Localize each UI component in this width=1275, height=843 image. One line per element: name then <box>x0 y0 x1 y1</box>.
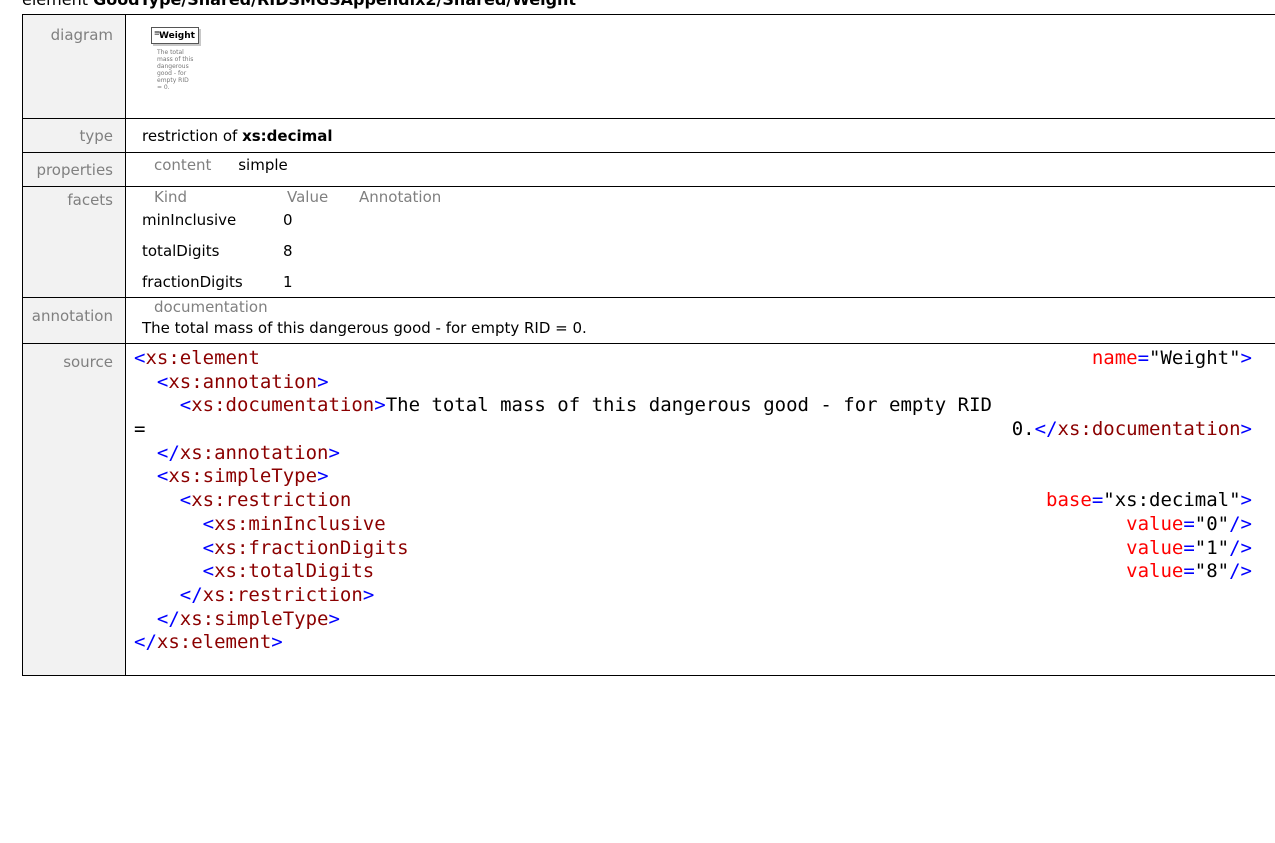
facets-header-kind: Kind <box>154 188 188 206</box>
source-line: </xs:restriction> <box>179 583 375 606</box>
type-base-link[interactable]: xs:decimal <box>242 127 332 145</box>
facet-value: 0 <box>283 211 293 229</box>
row-type: type restriction of xs:decimal <box>22 118 1275 153</box>
label-properties: properties <box>22 152 126 187</box>
diagram-element-box[interactable]: ≡ Weight <box>151 27 199 44</box>
diagram-doc-line: empty RID <box>157 77 189 84</box>
source-line: <xs:annotation> <box>156 370 329 393</box>
page-heading: element GoodType/Shared/RIDSMGSAppendix2… <box>22 0 576 9</box>
properties-table: diagram ≡ Weight The total mass of this … <box>22 14 1275 676</box>
diagram-doc-line: mass of this <box>157 56 194 63</box>
label-source: source <box>22 343 126 676</box>
source-code: <xs:element name="Weight"> <xs:annotation… <box>134 347 1252 655</box>
label-diagram: diagram <box>22 14 126 119</box>
source-line: <xs:element name="Weight"> <box>134 347 1252 369</box>
properties-cell: content simple <box>125 152 1275 187</box>
row-properties: properties content simple <box>22 152 1275 187</box>
label-annotation: annotation <box>22 297 126 344</box>
facet-value: 8 <box>283 242 293 260</box>
property-key: content <box>154 156 212 174</box>
heading-kind: element <box>22 0 93 9</box>
diagram-documentation: The total mass of this dangerous good - … <box>157 49 209 91</box>
diagram-doc-line: = 0. <box>157 84 170 91</box>
facet-kind: totalDigits <box>142 242 220 260</box>
property-value: simple <box>238 156 288 174</box>
source-line: <xs:totalDigits value="8"/> <box>202 560 1252 583</box>
facet-kind: minInclusive <box>142 211 237 229</box>
type-cell: restriction of xs:decimal <box>125 118 1275 153</box>
source-cell: <xs:element name="Weight"> <xs:annotation… <box>125 343 1275 676</box>
row-annotation: annotation documentation The total mass … <box>22 297 1275 344</box>
label-type: type <box>22 118 126 153</box>
source-line: <xs:minInclusive value="0"/> <box>202 512 1252 535</box>
source-line: <xs:simpleType> <box>156 465 329 488</box>
type-prefix: restriction of <box>142 127 243 145</box>
source-line: <xs:fractionDigits value="1"/> <box>202 536 1252 559</box>
element-glyph-icon: ≡ <box>154 29 160 37</box>
heading-path: GoodType/Shared/RIDSMGSAppendix2/Shared/… <box>93 0 576 9</box>
row-source: source <xs:element name="Weight"> <xs:ann… <box>22 343 1275 676</box>
annotation-text: The total mass of this dangerous good - … <box>142 319 587 337</box>
facet-value: 1 <box>283 273 293 291</box>
label-facets: facets <box>22 186 126 298</box>
facet-kind: fractionDigits <box>142 273 243 291</box>
facets-header-annotation: Annotation <box>359 188 442 206</box>
row-diagram: diagram ≡ Weight The total mass of this … <box>22 14 1275 119</box>
source-line: <xs:restriction base="xs:decimal"> <box>179 489 1252 512</box>
source-line: </xs:simpleType> <box>156 607 340 630</box>
annotation-sub-label: documentation <box>154 298 268 316</box>
annotation-cell: documentation The total mass of this dan… <box>125 297 1275 344</box>
diagram-doc-line: good - for <box>157 70 187 77</box>
facets-cell: Kind Value Annotation minInclusive 0 tot… <box>125 186 1275 298</box>
row-facets: facets Kind Value Annotation minInclusiv… <box>22 186 1275 298</box>
diagram-element-name: Weight <box>159 31 195 41</box>
diagram-cell: ≡ Weight The total mass of this dangerou… <box>125 14 1275 119</box>
source-line: </xs:annotation> <box>156 441 340 464</box>
source-line: = 0.</xs:documentation> <box>134 418 1252 441</box>
diagram-doc-line: The total <box>157 49 184 56</box>
source-line: </xs:element> <box>134 631 283 654</box>
diagram-doc-line: dangerous <box>157 63 189 70</box>
source-line: <xs:documentation>The total mass of this… <box>179 394 992 417</box>
facets-header-value: Value <box>287 188 329 206</box>
